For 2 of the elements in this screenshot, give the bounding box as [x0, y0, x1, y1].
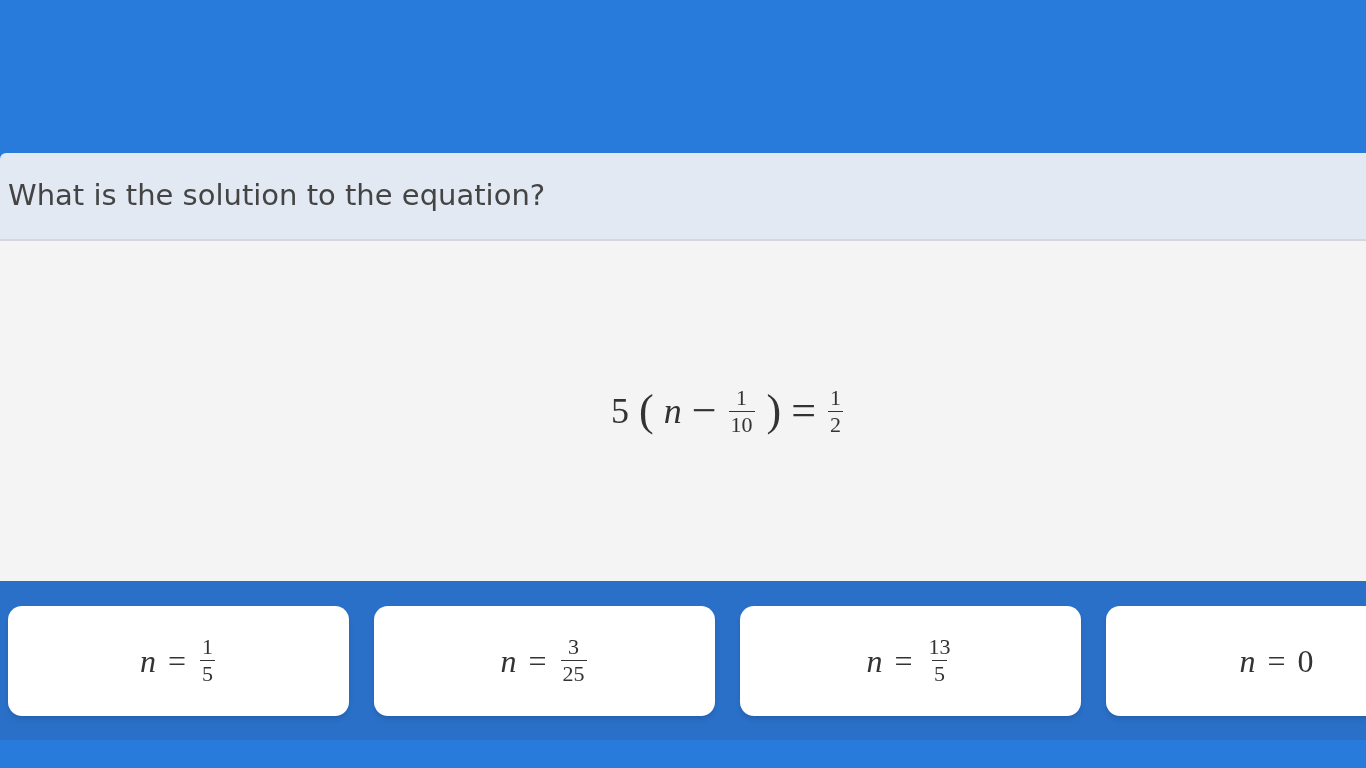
answer-button[interactable]: n = 0: [1106, 605, 1366, 716]
question-text: What is the solution to the equation?: [8, 177, 546, 215]
